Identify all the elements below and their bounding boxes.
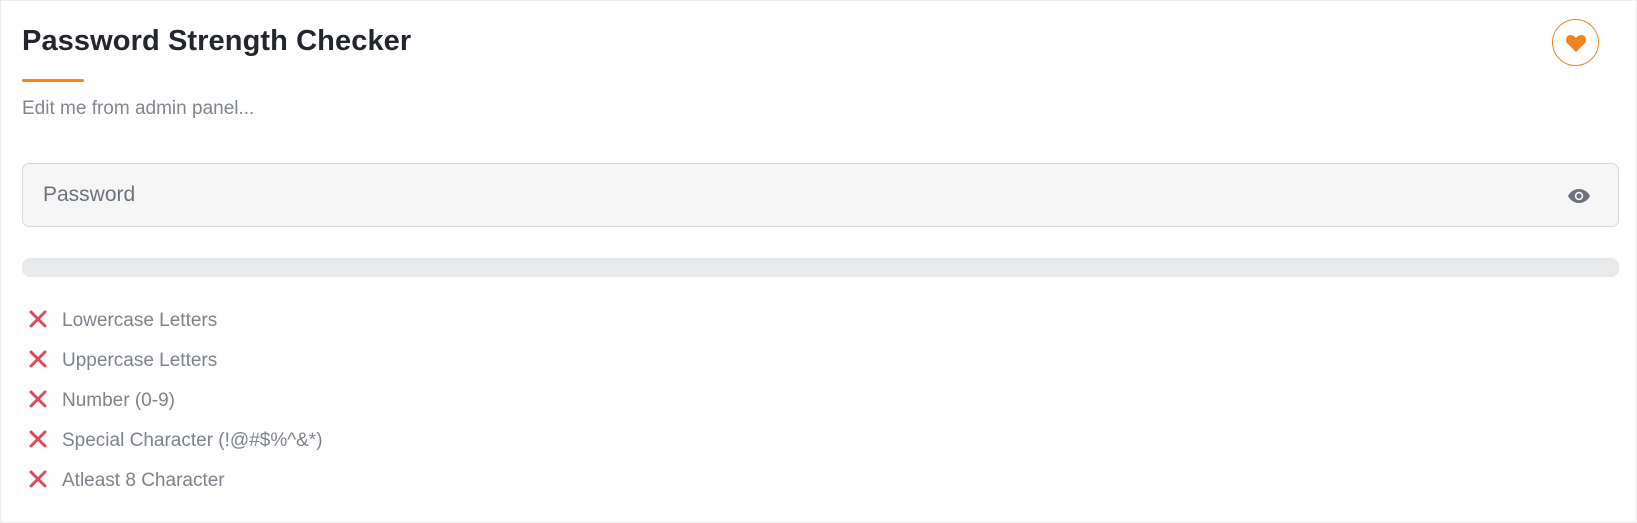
- x-icon: [28, 429, 48, 449]
- requirement-label: Special Character (!@#$%^&*): [62, 430, 323, 451]
- heart-icon: [1565, 34, 1586, 52]
- password-field: [22, 163, 1619, 227]
- password-input[interactable]: [23, 164, 1618, 226]
- password-checker-card: Password Strength Checker Edit me from a…: [0, 0, 1637, 523]
- requirement-min-length: Atleast 8 Character: [28, 463, 323, 503]
- requirement-label: Atleast 8 Character: [62, 470, 225, 491]
- requirement-label: Number (0-9): [62, 390, 175, 411]
- requirement-uppercase: Uppercase Letters: [28, 343, 323, 383]
- strength-meter: [22, 258, 1619, 277]
- x-icon: [28, 469, 48, 489]
- page-title: Password Strength Checker: [22, 25, 412, 57]
- requirement-lowercase: Lowercase Letters: [28, 303, 323, 343]
- requirement-number: Number (0-9): [28, 383, 323, 423]
- page-subtitle: Edit me from admin panel...: [22, 98, 255, 119]
- x-icon: [28, 389, 48, 409]
- eye-icon: [1568, 189, 1590, 203]
- requirement-label: Uppercase Letters: [62, 350, 218, 371]
- requirements-list: Lowercase Letters Uppercase Letters Numb…: [28, 303, 323, 503]
- x-icon: [28, 349, 48, 369]
- requirement-label: Lowercase Letters: [62, 310, 218, 331]
- title-underline: [22, 79, 84, 82]
- requirement-special-character: Special Character (!@#$%^&*): [28, 423, 323, 463]
- favorite-button[interactable]: [1552, 19, 1599, 66]
- x-icon: [28, 309, 48, 329]
- show-password-toggle[interactable]: [1566, 185, 1592, 207]
